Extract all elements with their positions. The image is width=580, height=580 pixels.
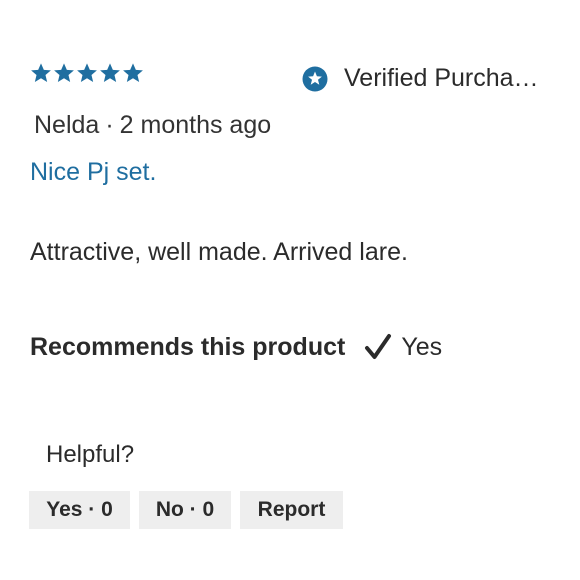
helpful-yes-button[interactable]: Yes · 0 xyxy=(29,491,130,529)
author-name: Nelda xyxy=(34,111,100,139)
helpful-no-button[interactable]: No · 0 xyxy=(139,491,231,529)
review-card: Verified Purcha… Nelda · 2 months ago Nice… xyxy=(0,0,580,580)
review-body: Attractive, well made. Arrived lare. xyxy=(30,238,408,266)
recommend-value: Yes xyxy=(401,332,443,361)
report-button[interactable]: Report xyxy=(240,491,343,529)
verified-purchase-label: Verified Purcha… xyxy=(344,64,539,92)
feedback-actions: Yes · 0 No · 0 Report xyxy=(29,491,343,529)
review-meta: Nelda · 2 months ago xyxy=(34,111,271,140)
star-rating xyxy=(30,62,144,84)
review-date: 2 months ago xyxy=(119,111,272,139)
star-icon xyxy=(122,62,144,84)
recommend-label: Recommends this product xyxy=(30,332,346,361)
meta-separator: · xyxy=(105,111,114,139)
review-title: Nice Pj set. xyxy=(30,158,157,186)
verified-purchase-badge: Verified Purcha… xyxy=(302,64,539,93)
star-icon xyxy=(30,62,52,84)
star-icon xyxy=(76,62,98,84)
recommendation: Recommends this product Yes xyxy=(30,332,442,362)
star-icon xyxy=(99,62,121,84)
star-icon xyxy=(53,62,75,84)
checkmark-icon xyxy=(363,332,393,362)
helpful-prompt: Helpful? xyxy=(46,441,135,468)
star-badge-icon xyxy=(302,66,328,92)
